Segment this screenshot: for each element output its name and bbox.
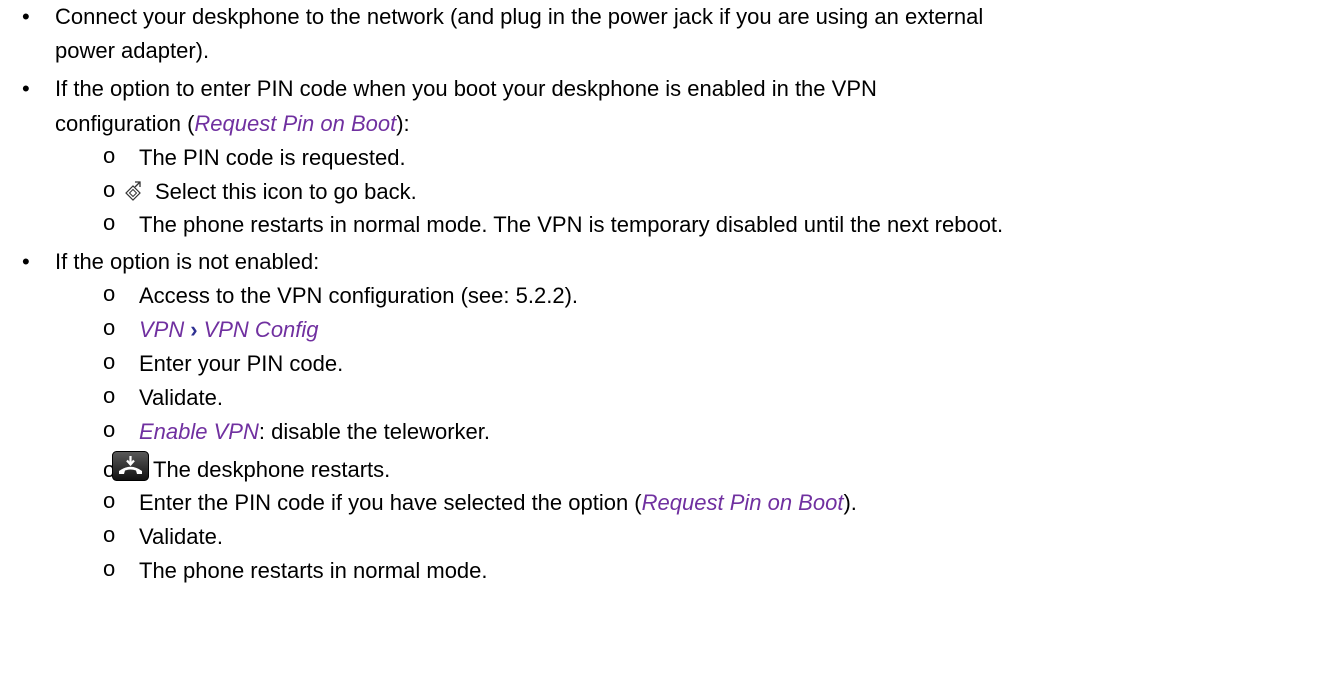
sub-bullet-marker: o	[103, 315, 116, 340]
sub-list-item-text: Enter your PIN code.	[139, 351, 344, 376]
sub-list-item-text: The deskphone restarts.	[112, 451, 390, 486]
sub-list-item-text: Select this icon to go back.	[125, 175, 417, 208]
bullet-marker: •	[22, 249, 30, 274]
request-pin-on-boot-link[interactable]: Request Pin on Boot	[642, 490, 844, 515]
sub-list-item-text: Enter the PIN code if you have selected …	[139, 490, 857, 515]
sub-bullet-marker: o	[103, 281, 116, 306]
breadcrumb-vpn[interactable]: VPN	[139, 317, 184, 342]
bullet-marker: •	[22, 4, 30, 29]
breadcrumb: VPN › VPN Config	[139, 313, 319, 346]
sub-list-item-text: The PIN code is requested.	[139, 145, 406, 170]
request-pin-on-boot-link[interactable]: Request Pin on Boot	[194, 111, 396, 136]
list-item-text: configuration (Request Pin on Boot):	[55, 111, 410, 136]
list-item-text: If the option is not enabled:	[55, 249, 320, 274]
bullet-marker: •	[22, 76, 30, 101]
hang-up-phone-icon[interactable]	[112, 451, 149, 481]
breadcrumb-vpn-config[interactable]: VPN Config	[204, 317, 319, 342]
sub-bullet-marker: o	[103, 522, 116, 547]
sub-bullet-marker: o	[103, 417, 116, 442]
document-page: • Connect your deskphone to the network …	[0, 0, 1317, 693]
sub-list-item-text: Validate.	[139, 385, 223, 410]
sub-list-item-text: The phone restarts in normal mode.	[139, 558, 488, 583]
sub-bullet-marker: o	[103, 349, 116, 374]
sub-bullet-marker: o	[103, 210, 116, 235]
sub-bullet-marker: o	[103, 177, 116, 202]
sub-bullet-marker: o	[103, 383, 116, 408]
sub-bullet-marker: o	[103, 556, 116, 581]
sub-bullet-marker: o	[103, 488, 116, 513]
sub-list-item-text: Enable VPN: disable the teleworker.	[139, 419, 490, 444]
sub-list-item-text: Access to the VPN configuration (see: 5.…	[139, 283, 579, 308]
go-back-diamond-icon[interactable]	[123, 179, 145, 205]
enable-vpn-link[interactable]: Enable VPN	[139, 419, 259, 444]
list-item-text: Connect your deskphone to the network (a…	[55, 4, 984, 29]
chevron-right-icon: ›	[190, 317, 198, 342]
sub-list-item-text: The phone restarts in normal mode. The V…	[139, 212, 1004, 237]
sub-bullet-marker: o	[103, 143, 116, 168]
sub-list-item-text: Validate.	[139, 524, 223, 549]
list-item-text: power adapter).	[55, 38, 210, 63]
list-item-text: If the option to enter PIN code when you…	[55, 76, 877, 101]
